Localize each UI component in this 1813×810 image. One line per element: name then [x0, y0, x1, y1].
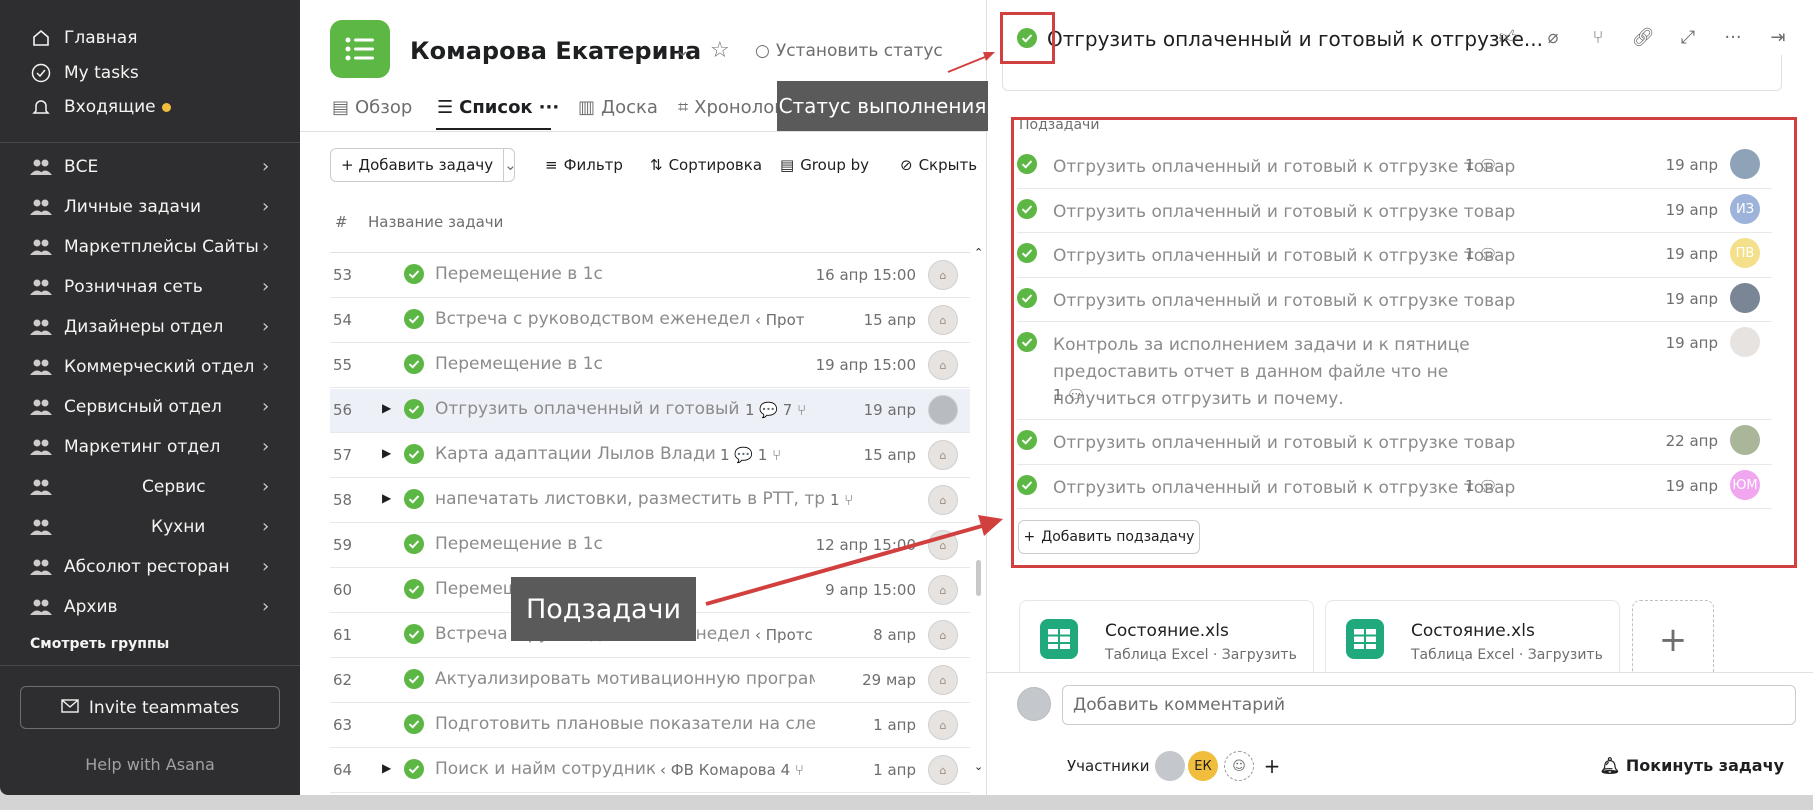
status-arrowhead — [983, 52, 995, 61]
subtasks-arrowhead — [978, 515, 1003, 536]
window-bottom-edge — [0, 795, 1813, 810]
annotation-arrows — [705, 52, 1003, 606]
subtasks-arrow — [705, 524, 983, 606]
status-arrow — [947, 56, 986, 73]
